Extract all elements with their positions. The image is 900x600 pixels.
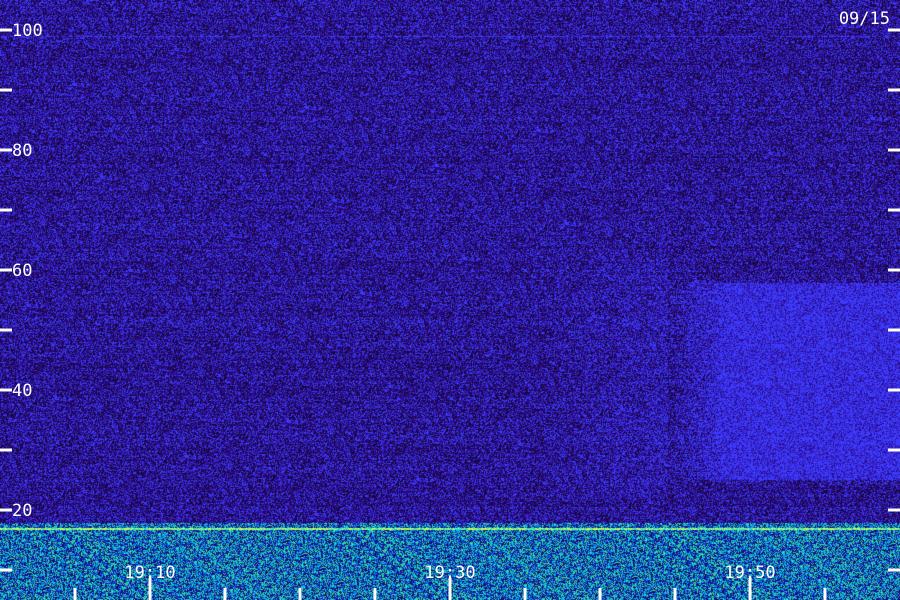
x-tick-label: 19:30: [424, 563, 475, 583]
chart-axes: 100 80 60 40 20 19:10 19:30 19:50 09/15: [0, 9, 900, 600]
x-axis-ticks: 19:10 19:30 19:50: [73, 563, 827, 600]
x-tick-label: 19:50: [724, 563, 775, 583]
date-label: 09/15: [839, 9, 890, 29]
y-tick-label: 100: [12, 21, 43, 41]
y-tick-label: 40: [12, 381, 32, 401]
x-tick-label: 19:10: [124, 563, 175, 583]
y-tick-label: 20: [12, 501, 32, 521]
y-tick-label: 80: [12, 141, 32, 161]
y-tick-label: 60: [12, 261, 32, 281]
y-axis-ticks: 100 80 60 40 20: [0, 21, 900, 572]
